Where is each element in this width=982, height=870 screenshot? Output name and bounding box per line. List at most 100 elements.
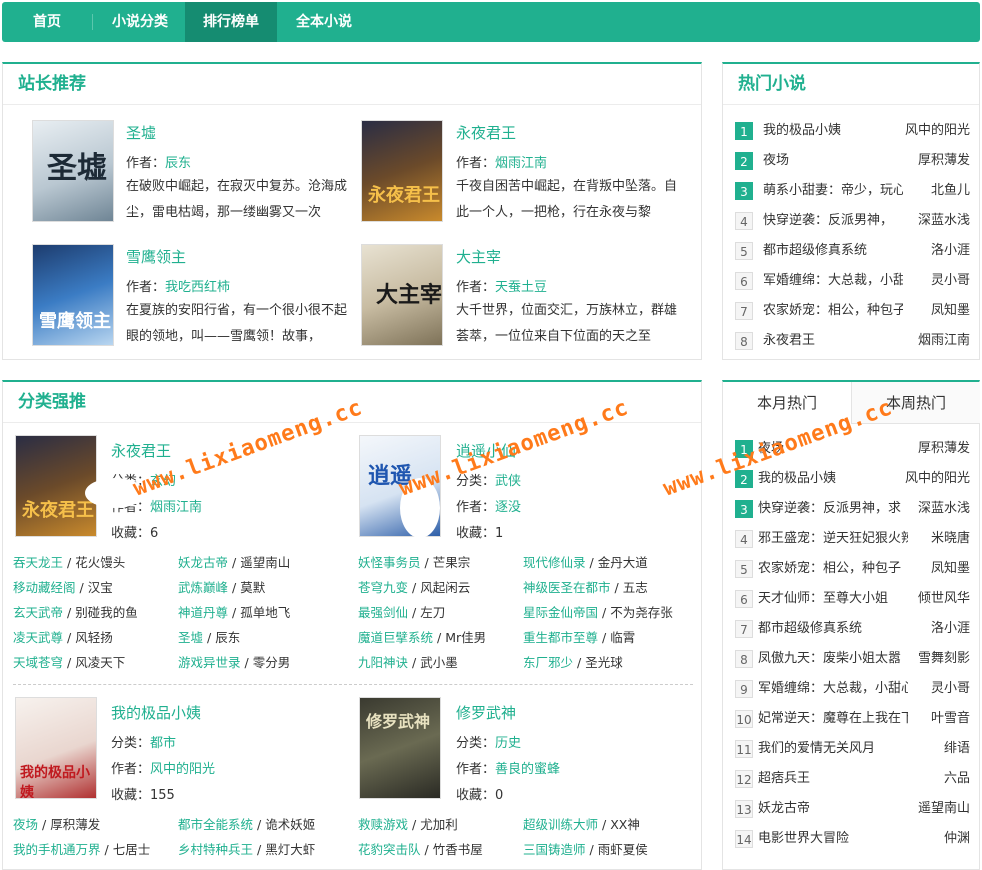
novel-name-link[interactable]: 我的极品小姨 [763,116,903,146]
novel-author[interactable]: 倾世风华 [913,584,970,614]
novel-name-link[interactable]: 天才仙师：至尊大小姐 [758,584,908,614]
novel-author[interactable]: 遥望南山 [913,794,970,824]
novel-author[interactable]: 凤知墨 [926,296,970,326]
author-name[interactable]: 临霄 [610,630,635,645]
author-name[interactable]: 汉宝 [88,580,113,595]
novel-author[interactable]: 厚积薄发 [913,146,970,176]
hot-novel-row[interactable]: 4 快穿逆袭：反派男神， 深蓝水浅 [723,206,980,236]
novel-author[interactable]: 风中的阳光 [900,116,970,146]
hot-novel-row[interactable]: 2 夜场 厚积薄发 [723,146,980,176]
novel-name-link[interactable]: 农家娇宠：相公，种包子 [758,554,908,584]
book-link[interactable]: 三国铸造师 [523,842,586,857]
author-name[interactable]: 风轻扬 [75,630,113,645]
ranking-row[interactable]: 7 都市超级修真系统 洛小涯 [723,614,980,644]
book-cover[interactable]: 永夜君王 [361,120,443,222]
novel-author[interactable]: 厚积薄发 [913,434,970,464]
novel-name-link[interactable]: 军婚缠绵：大总裁，小甜心 [758,674,908,704]
novel-name-link[interactable]: 都市超级修真系统 [758,614,908,644]
book-link[interactable]: 圣墟 [178,630,203,645]
book-link[interactable]: 最强剑仙 [358,605,408,620]
author-name[interactable]: 芒果宗 [433,555,471,570]
novel-name-link[interactable]: 妖龙古帝 [758,794,908,824]
author-link[interactable]: 辰东 [165,156,191,171]
book-cover[interactable]: 永夜君王 [15,435,97,537]
ranking-row[interactable]: 9 军婚缠绵：大总裁，小甜心 灵小哥 [723,674,980,704]
book-title-link[interactable]: 我的极品小姨 [111,702,201,723]
author-name[interactable]: 厚积薄发 [50,817,100,832]
nav-home[interactable]: 首页 [2,2,92,42]
novel-author[interactable]: 洛小涯 [926,614,970,644]
book-cover[interactable]: 我的极品小姨 [15,697,97,799]
novel-name-link[interactable]: 我们的爱情无关风月 [758,734,908,764]
ranking-row[interactable]: 14 电影世界大冒险 仲渊 [723,824,980,854]
author-name[interactable]: 孤单地飞 [240,605,290,620]
author-link[interactable]: 天蚕土豆 [495,280,547,295]
novel-author[interactable]: 洛小涯 [926,236,970,266]
nav-complete[interactable]: 全本小说 [277,2,371,42]
novel-name-link[interactable]: 军婚缠绵：大总裁，小甜 [763,266,903,296]
book-link[interactable]: 救赎游戏 [358,817,408,832]
book-link[interactable]: 夜场 [13,817,38,832]
book-link[interactable]: 我的手机通万界 [13,842,101,857]
author-name[interactable]: 花火馒头 [75,555,125,570]
novel-author[interactable]: 叶雪音 [926,704,970,734]
novel-author[interactable]: 北鱼儿 [926,176,970,206]
book-link[interactable]: 凌天武尊 [13,630,63,645]
book-link[interactable]: 都市全能系统 [178,817,253,832]
book-link[interactable]: 武炼巅峰 [178,580,228,595]
author-name[interactable]: XX神 [610,817,640,832]
book-link[interactable]: 现代修仙录 [523,555,586,570]
author-name[interactable]: 尤加利 [420,817,458,832]
author-name[interactable]: 风起闲云 [420,580,470,595]
novel-name-link[interactable]: 邪王盛宠：逆天狂妃狠火辣 [758,524,908,554]
author-link[interactable]: 逐没 [495,500,521,515]
author-link[interactable]: 我吃西红柿 [165,280,230,295]
author-link[interactable]: 烟雨江南 [150,500,202,515]
novel-author[interactable]: 仲渊 [939,824,970,854]
ranking-row[interactable]: 5 农家娇宠：相公，种包子 凤知墨 [723,554,980,584]
author-name[interactable]: 黑灯大虾 [265,842,315,857]
book-cover[interactable]: 大主宰 [361,244,443,346]
book-link[interactable]: 天域苍穹 [13,655,63,670]
ranking-row[interactable]: 10 妃常逆天：魔尊在上我在下 叶雪音 [723,704,980,734]
book-cover[interactable]: 圣墟 [32,120,114,222]
novel-author[interactable]: 六品 [939,764,970,794]
book-link[interactable]: 魔道巨擘系统 [358,630,433,645]
novel-author[interactable]: 灵小哥 [926,266,970,296]
novel-author[interactable]: 深蓝水浅 [913,494,970,524]
author-name[interactable]: 竹香书屋 [433,842,483,857]
hot-novel-row[interactable]: 5 都市超级修真系统 洛小涯 [723,236,980,266]
author-link[interactable]: 烟雨江南 [495,156,547,171]
author-name[interactable]: 风凌天下 [75,655,125,670]
ranking-row[interactable]: 2 我的极品小姨 风中的阳光 [723,464,980,494]
author-name[interactable]: 武小墨 [420,655,458,670]
author-name[interactable]: 圣光球 [585,655,623,670]
novel-author[interactable]: 凤知墨 [926,554,970,584]
book-link[interactable]: 神级医圣在都市 [523,580,611,595]
book-link[interactable]: 星际金仙帝国 [523,605,598,620]
author-name[interactable]: 不为尧存张 [610,605,673,620]
book-title-link[interactable]: 雪鹰领主 [126,246,186,267]
ranking-row[interactable]: 6 天才仙师：至尊大小姐 倾世风华 [723,584,980,614]
author-name[interactable]: 辰东 [215,630,240,645]
book-link[interactable]: 苍穹九变 [358,580,408,595]
novel-name-link[interactable]: 永夜君王 [763,326,903,356]
book-link[interactable]: 神道丹尊 [178,605,228,620]
novel-name-link[interactable]: 凤傲九天：废柴小姐太嚣 [758,644,908,674]
ranking-row[interactable]: 8 凤傲九天：废柴小姐太嚣 雪舞刻影 [723,644,980,674]
book-cover[interactable]: 雪鹰领主 [32,244,114,346]
ranking-row[interactable]: 12 超痞兵王 六品 [723,764,980,794]
hot-novel-row[interactable]: 6 军婚缠绵：大总裁，小甜 灵小哥 [723,266,980,296]
book-link[interactable]: 玄天武帝 [13,605,63,620]
novel-name-link[interactable]: 超痞兵王 [758,764,908,794]
book-link[interactable]: 花豹突击队 [358,842,421,857]
author-name[interactable]: 五志 [623,580,648,595]
ranking-row[interactable]: 11 我们的爱情无关风月 绯语 [723,734,980,764]
author-link[interactable]: 风中的阳光 [150,762,215,777]
book-link[interactable]: 移动藏经阁 [13,580,76,595]
novel-author[interactable]: 绯语 [939,734,970,764]
author-name[interactable]: 零分男 [253,655,291,670]
hot-novel-row[interactable]: 7 农家娇宠：相公，种包子 凤知墨 [723,296,980,326]
book-title-link[interactable]: 永夜君王 [111,440,171,461]
book-link[interactable]: 游戏异世录 [178,655,241,670]
